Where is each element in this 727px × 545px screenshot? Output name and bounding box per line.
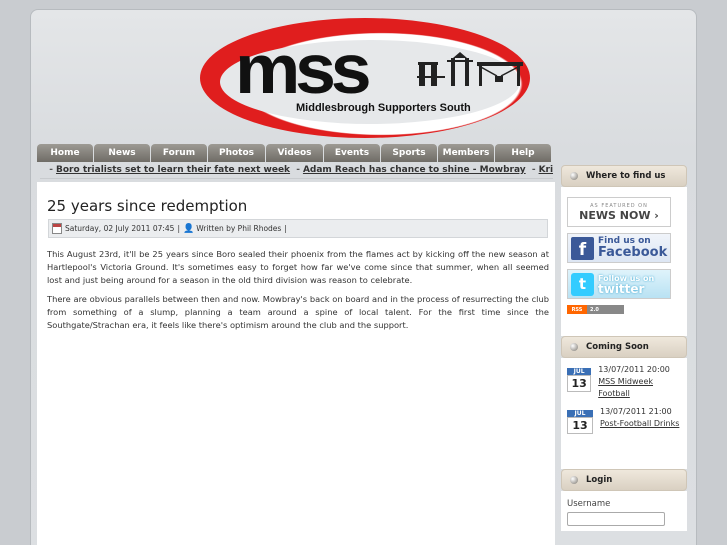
login-header: Login bbox=[561, 469, 687, 491]
module-title: Coming Soon bbox=[586, 342, 649, 352]
meta-separator: | bbox=[177, 224, 180, 233]
ticker-item[interactable]: Adam Reach has chance to shine - Mowbray bbox=[303, 165, 526, 175]
where-to-find-us-header: Where to find us bbox=[561, 165, 687, 187]
nav-help[interactable]: Help bbox=[495, 144, 551, 162]
news-ticker: - Boro trialists set to learn their fate … bbox=[40, 165, 553, 179]
newsnow-big: NEWS NOW › bbox=[579, 208, 659, 222]
event-month: JUL bbox=[567, 410, 593, 417]
calendar-icon: JUL 13 bbox=[567, 364, 592, 393]
article-paragraph: This August 23rd, it'll be 25 years sinc… bbox=[47, 249, 549, 285]
facebook-badge[interactable]: f Find us on Facebook bbox=[567, 233, 671, 263]
event-month: JUL bbox=[567, 368, 592, 375]
event-datetime: 13/07/2011 20:00 bbox=[598, 365, 670, 374]
ticker-item[interactable]: Boro trialists set to learn their fate n… bbox=[56, 165, 290, 175]
calendar-icon: JUL 13 bbox=[567, 406, 593, 435]
facebook-icon: f bbox=[571, 236, 594, 260]
newsnow-badge[interactable]: AS FEATURED ON NEWS NOW › bbox=[567, 197, 671, 227]
ticker-sep: - bbox=[296, 165, 300, 175]
bullet-icon bbox=[570, 476, 578, 484]
coming-soon-box: JUL 13 13/07/2011 20:00 MSS Midweek Foot… bbox=[561, 358, 687, 469]
author-icon: 👤 bbox=[182, 223, 195, 234]
event-datetime: 13/07/2011 21:00 bbox=[600, 407, 672, 416]
nav-events[interactable]: Events bbox=[324, 144, 380, 162]
article-paragraph: There are obvious parallels between then… bbox=[47, 294, 549, 330]
login-box: Username bbox=[561, 491, 687, 531]
bullet-icon bbox=[570, 172, 578, 180]
twitter-text: Follow us on twitter bbox=[598, 273, 654, 296]
ticker-sep: - bbox=[43, 165, 54, 175]
nav-videos[interactable]: Videos bbox=[266, 144, 323, 162]
module-title: Login bbox=[586, 475, 613, 485]
nav-home[interactable]: Home bbox=[37, 144, 93, 162]
nav-forum[interactable]: Forum bbox=[151, 144, 207, 162]
meta-separator: | bbox=[284, 224, 287, 233]
facebook-line2: Facebook bbox=[598, 245, 668, 260]
nav-sports[interactable]: Sports bbox=[381, 144, 437, 162]
event-link[interactable]: MSS Midweek Football bbox=[598, 377, 653, 398]
twitter-icon: t bbox=[571, 272, 594, 296]
ticker-sep: - bbox=[531, 165, 536, 175]
twitter-badge[interactable]: t Follow us on twitter bbox=[567, 269, 671, 299]
event-item: JUL 13 13/07/2011 21:00 Post-Football Dr… bbox=[567, 406, 681, 435]
facebook-text: Find us on Facebook bbox=[598, 236, 667, 260]
nav-members[interactable]: Members bbox=[438, 144, 494, 162]
article-author: Written by Phil Rhodes bbox=[196, 224, 282, 233]
logo-text: mss bbox=[235, 30, 372, 108]
event-info: 13/07/2011 20:00 MSS Midweek Football bbox=[598, 364, 681, 400]
username-input[interactable] bbox=[567, 512, 665, 526]
main-nav: Home News Forum Photos Videos Events Spo… bbox=[37, 144, 551, 162]
rss-version: 2.0 bbox=[587, 305, 624, 314]
event-day: 13 bbox=[567, 417, 593, 434]
article-meta: Saturday, 02 July 2011 07:45 | 👤 Written… bbox=[48, 219, 548, 238]
coming-soon-header: Coming Soon bbox=[561, 336, 687, 358]
event-info: 13/07/2011 21:00 Post-Football Drinks bbox=[600, 406, 679, 435]
ticker-item[interactable]: Kris Boyd completes mov bbox=[539, 165, 553, 175]
event-day: 13 bbox=[567, 375, 592, 392]
site-logo[interactable]: mss Middlesbrough Supporters South bbox=[200, 18, 530, 138]
sidebar: Where to find us AS FEATURED ON NEWS NOW… bbox=[561, 165, 687, 531]
transporter-bridge-icon bbox=[417, 52, 523, 86]
main-content: 25 years since redemption Saturday, 02 J… bbox=[37, 182, 555, 545]
nav-news[interactable]: News bbox=[94, 144, 150, 162]
rss-badge[interactable]: RSS 2.0 bbox=[567, 305, 624, 314]
event-item: JUL 13 13/07/2011 20:00 MSS Midweek Foot… bbox=[567, 364, 681, 400]
article-date: Saturday, 02 July 2011 07:45 bbox=[65, 224, 175, 233]
nav-photos[interactable]: Photos bbox=[208, 144, 265, 162]
event-link[interactable]: Post-Football Drinks bbox=[600, 419, 679, 428]
module-title: Where to find us bbox=[586, 171, 666, 181]
twitter-line2: twitter bbox=[598, 281, 645, 296]
username-label: Username bbox=[567, 499, 611, 509]
bullet-icon bbox=[570, 343, 578, 351]
logo-subtitle: Middlesbrough Supporters South bbox=[296, 102, 471, 114]
article-title[interactable]: 25 years since redemption bbox=[47, 197, 247, 215]
calendar-icon bbox=[52, 223, 62, 234]
find-us-box: AS FEATURED ON NEWS NOW › f Find us on F… bbox=[561, 187, 687, 336]
rss-icon: RSS bbox=[567, 305, 587, 314]
